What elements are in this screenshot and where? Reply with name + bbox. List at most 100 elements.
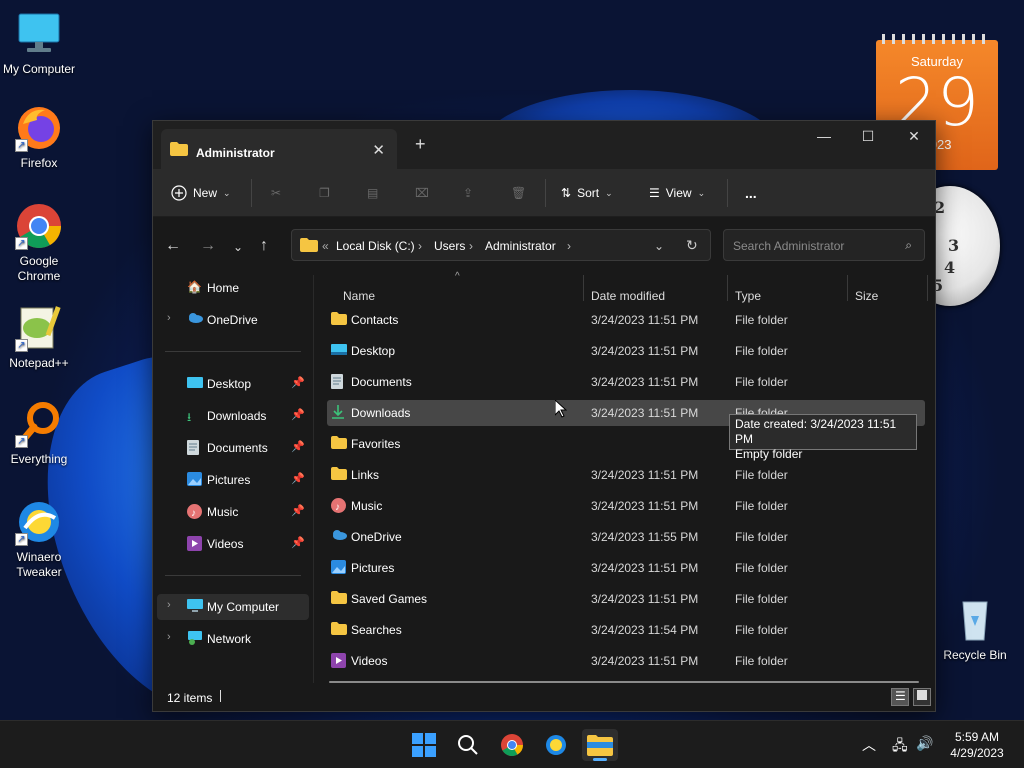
show-hidden-icons-chevron-icon[interactable]: ︿: [862, 735, 876, 755]
file-row-videos[interactable]: Videos 3/24/2023 11:51 PM File folder: [327, 648, 925, 674]
pin-icon[interactable]: 📌: [291, 440, 305, 453]
file-row-pictures[interactable]: Pictures 3/24/2023 11:51 PM File folder: [327, 555, 925, 581]
desktop-icon-label: Google Chrome: [17, 254, 61, 283]
file-row-documents[interactable]: Documents 3/24/2023 11:51 PM File folder: [327, 369, 925, 395]
nav-item-home[interactable]: 🏠 Home: [157, 275, 309, 301]
desktop-icon-winaero[interactable]: ↗ Winaero Tweaker: [1, 498, 77, 580]
cut-button[interactable]: ✂: [271, 181, 281, 205]
copy-button[interactable]: ❐: [319, 181, 330, 205]
desktop-icon-my-computer[interactable]: My Computer: [1, 10, 77, 77]
nav-item-pictures[interactable]: Pictures 📌: [157, 467, 309, 493]
desktop-icon-label: Notepad++: [9, 356, 69, 370]
breadcrumb-local-disk[interactable]: Local Disk (C:): [336, 239, 415, 253]
address-bar[interactable]: « Local Disk (C:) › Users › Administrato…: [291, 229, 711, 261]
file-row-music[interactable]: ♪ Music 3/24/2023 11:51 PM File folder: [327, 493, 925, 519]
pane-splitter[interactable]: [313, 275, 314, 683]
nav-item-videos[interactable]: Videos 📌: [157, 531, 309, 557]
start-button[interactable]: [406, 729, 442, 761]
new-tab-button[interactable]: +: [415, 134, 426, 155]
file-explorer-window: Administrator ✕ + — ☐ ✕ New ⌄ ✂ ❐ ▤ ⌧ ⇪ …: [152, 120, 936, 712]
delete-button[interactable]: 🗑: [511, 181, 526, 205]
pin-icon[interactable]: 📌: [291, 408, 305, 421]
more-options-button[interactable]: ...: [745, 181, 757, 205]
scissors-icon: ✂: [271, 186, 282, 200]
file-row-onedrive[interactable]: OneDrive 3/24/2023 11:55 PM File folder: [327, 524, 925, 550]
file-row-links[interactable]: Links 3/24/2023 11:51 PM File folder: [327, 462, 925, 488]
taskbar-winaero-button[interactable]: [538, 729, 574, 761]
desktop-icon-chrome[interactable]: ↗ Google Chrome: [1, 202, 77, 284]
close-window-button[interactable]: ✕: [891, 125, 937, 149]
file-date-modified: 3/24/2023 11:51 PM: [591, 313, 699, 327]
refresh-icon[interactable]: ↻: [686, 237, 698, 254]
up-arrow-icon[interactable]: ↑: [260, 237, 268, 255]
nav-item-network[interactable]: › Network: [157, 626, 309, 652]
search-box[interactable]: Search Administrator ⌕: [723, 229, 925, 261]
large-icons-view-button[interactable]: [913, 688, 931, 706]
breadcrumb-overflow[interactable]: «: [322, 239, 329, 253]
recent-locations-chevron-icon[interactable]: ⌄: [233, 240, 243, 254]
column-divider[interactable]: [927, 275, 928, 301]
column-divider[interactable]: [727, 275, 728, 301]
file-date-modified: 3/24/2023 11:54 PM: [591, 623, 699, 637]
breadcrumb-separator-icon[interactable]: ›: [469, 239, 473, 253]
breadcrumb-administrator[interactable]: Administrator: [485, 239, 556, 253]
pin-icon[interactable]: 📌: [291, 536, 305, 549]
view-button[interactable]: ☰ View ⌄: [649, 181, 705, 205]
back-arrow-icon[interactable]: ←: [165, 237, 181, 255]
network-status-icon[interactable]: 🖧: [892, 735, 908, 759]
nav-item-label: Downloads: [207, 409, 267, 423]
taskbar-search-button[interactable]: [450, 729, 486, 761]
desktop-icon-firefox[interactable]: ↗ Firefox: [1, 104, 77, 171]
nav-item-documents[interactable]: Documents 📌: [157, 435, 309, 461]
taskbar-clock[interactable]: 5:59 AM 4/29/2023: [940, 729, 1014, 761]
taskbar-chrome-button[interactable]: [494, 729, 530, 761]
file-row-searches[interactable]: Searches 3/24/2023 11:54 PM File folder: [327, 617, 925, 643]
sort-button[interactable]: ⇅ Sort ⌄: [561, 181, 613, 205]
desktop-icon-everything[interactable]: ↗ Everything: [1, 400, 77, 467]
desktop-icon-recycle-bin[interactable]: Recycle Bin: [937, 596, 1013, 663]
breadcrumb-separator-icon[interactable]: ›: [418, 239, 422, 253]
column-divider[interactable]: [847, 275, 848, 301]
pictures-icon: [187, 472, 202, 489]
column-header-name[interactable]: Name: [343, 289, 375, 303]
share-button[interactable]: ⇪: [463, 181, 473, 205]
column-header-size[interactable]: Size: [855, 289, 878, 303]
file-row-saved-games[interactable]: Saved Games 3/24/2023 11:51 PM File folder: [327, 586, 925, 612]
details-view-button[interactable]: ☰: [891, 688, 909, 706]
desktop-icon-label: Recycle Bin: [943, 648, 1007, 662]
taskbar-explorer-button[interactable]: [582, 729, 618, 761]
column-header-date[interactable]: Date modified: [591, 289, 665, 303]
nav-item-my-computer[interactable]: › My Computer: [157, 594, 309, 620]
pin-icon[interactable]: 📌: [291, 504, 305, 517]
breadcrumb-separator-icon[interactable]: ›: [567, 239, 571, 253]
shortcut-arrow-icon: ↗: [15, 139, 28, 152]
minimize-button[interactable]: —: [801, 125, 847, 149]
file-row-desktop[interactable]: Desktop 3/24/2023 11:51 PM File folder: [327, 338, 925, 364]
column-header-type[interactable]: Type: [735, 289, 761, 303]
close-tab-icon[interactable]: ✕: [372, 141, 385, 159]
chevron-right-icon: ›: [167, 312, 171, 324]
forward-arrow-icon[interactable]: →: [200, 237, 216, 255]
desktop-icon: [187, 376, 203, 393]
column-divider[interactable]: [583, 275, 584, 301]
tab-administrator[interactable]: Administrator ✕: [161, 129, 397, 169]
maximize-button[interactable]: ☐: [845, 125, 891, 149]
address-history-chevron-icon[interactable]: ⌄: [654, 239, 664, 253]
breadcrumb-users[interactable]: Users: [434, 239, 465, 253]
desktop-icon-label: Firefox: [20, 156, 58, 170]
pin-icon[interactable]: 📌: [291, 472, 305, 485]
volume-icon[interactable]: 🔊: [916, 735, 933, 752]
nav-item-desktop[interactable]: Desktop 📌: [157, 371, 309, 397]
nav-item-downloads[interactable]: ⭳ Downloads 📌: [157, 403, 309, 429]
nav-item-label: Pictures: [207, 473, 251, 487]
new-button[interactable]: New ⌄: [171, 181, 231, 205]
file-row-contacts[interactable]: Contacts 3/24/2023 11:51 PM File folder: [327, 307, 925, 333]
desktop-icon-notepadpp[interactable]: ↗ Notepad++: [1, 304, 77, 371]
nav-item-music[interactable]: ♪ Music 📌: [157, 499, 309, 525]
rename-button[interactable]: ⌧: [415, 181, 429, 205]
paste-button[interactable]: ▤: [367, 181, 378, 205]
pin-icon[interactable]: 📌: [291, 376, 305, 389]
file-name: Saved Games: [351, 592, 428, 606]
nav-item-onedrive[interactable]: › OneDrive: [157, 307, 309, 333]
address-row: ← → ⌄ ↑ « Local Disk (C:) › Users › Admi…: [153, 217, 935, 275]
